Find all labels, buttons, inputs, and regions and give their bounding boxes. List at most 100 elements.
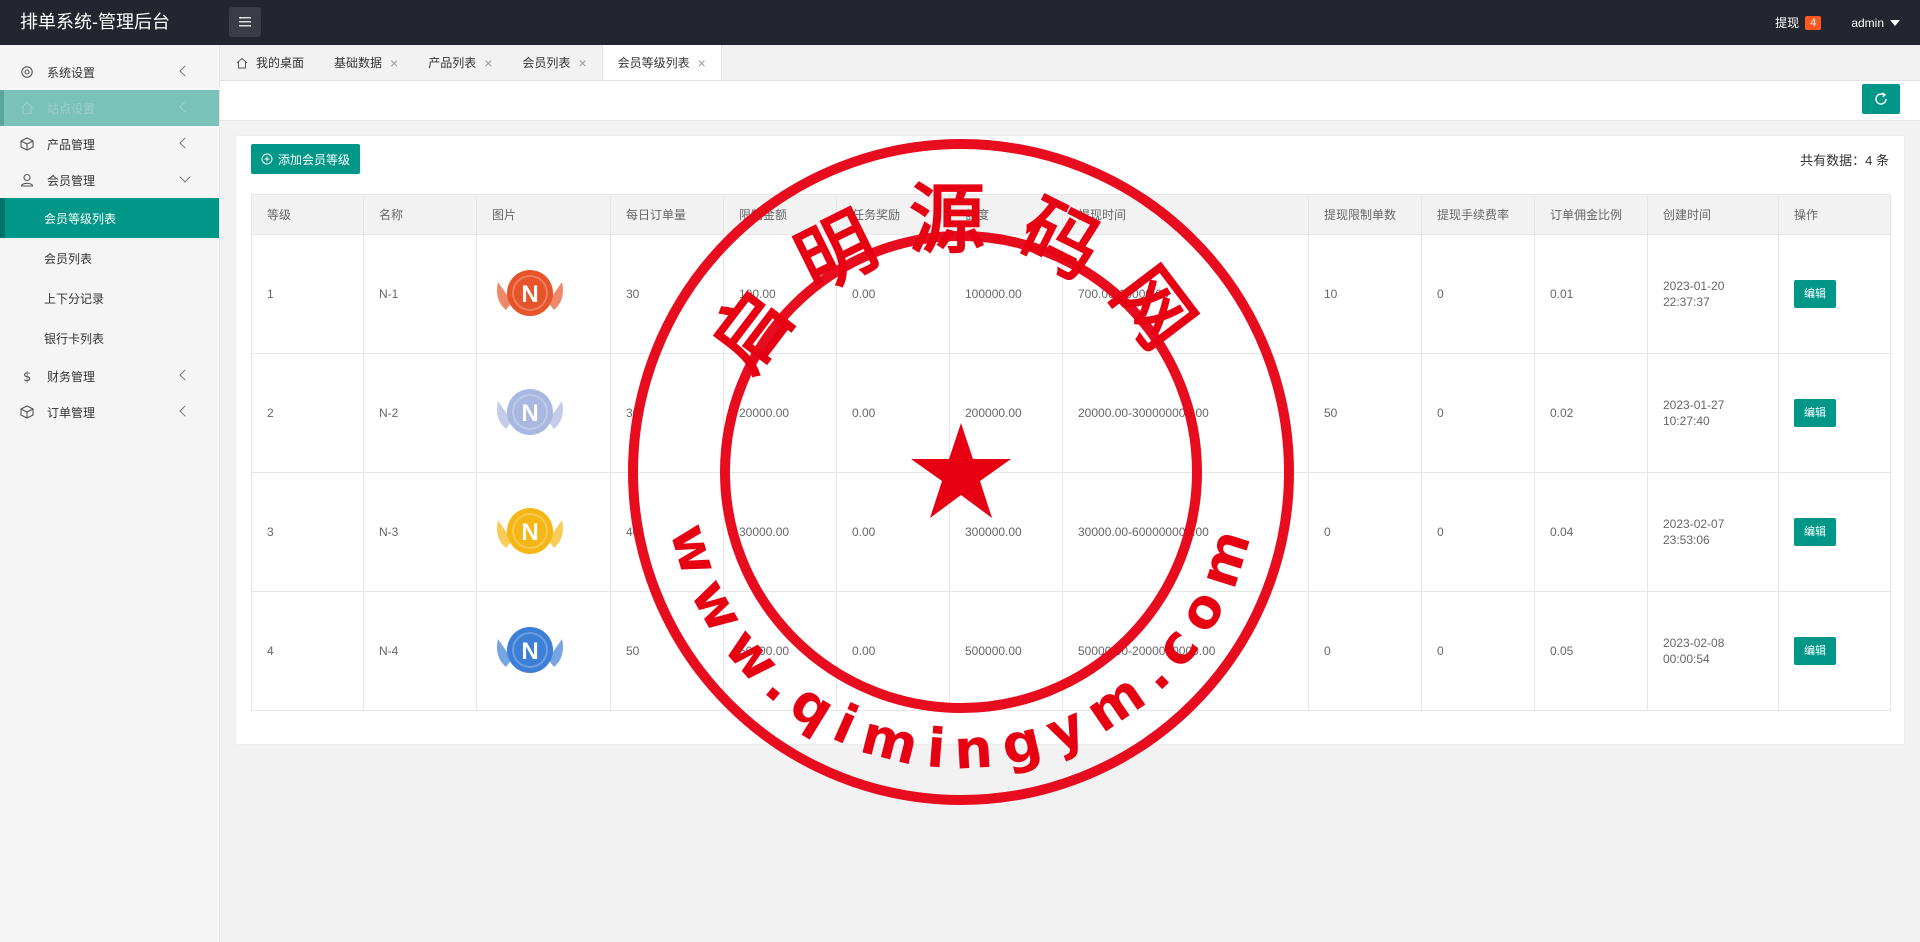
cell-quota: 300000.00 [949,472,1063,592]
boxes-icon [20,405,34,419]
chevron-left-icon [179,369,191,381]
column-header: 创建时间 [1647,194,1779,235]
cell-created-time: 2023-01-20 22:37:37 [1647,234,1779,354]
column-header: 每日订单量 [610,194,724,235]
cell-daily-orders: 30 [610,234,724,354]
edit-button[interactable]: 编辑 [1794,280,1836,308]
caret-down-icon [1890,19,1900,26]
sidebar-item-system-settings[interactable]: 系统设置 [0,54,219,90]
cell-commission: 0.01 [1534,234,1648,354]
chevron-down-icon [179,171,191,183]
top-header: 排单系统-管理后台 提现 4 admin [0,0,1920,45]
withdraw-count-badge: 4 [1805,15,1822,30]
sidebar-item-label: 站点设置 [47,101,96,116]
cell-daily-orders: 50 [610,591,724,711]
cell-actions: 编辑 [1778,472,1891,592]
column-header: 额度 [949,194,1063,235]
chevron-left-icon [179,405,191,417]
menu-toggle-button[interactable] [229,7,261,37]
cell-level: 2 [251,353,364,473]
edit-button[interactable]: 编辑 [1794,518,1836,546]
cell-name: N-3 [363,472,477,592]
sidebar-subitem-label: 上下分记录 [44,291,105,306]
tab-product-list[interactable]: 产品列表 × [413,45,507,80]
cell-withdraw-range: 700.00-10000.00 [1062,234,1309,354]
toolbar [220,81,1920,121]
level-badge-icon: N [497,507,563,554]
member-level-table: 等级 名称 图片 每日订单量 限制金额 任务奖励 额度 提现时间 提现限制单数 … [251,194,1891,711]
cell-fee-rate: 0 [1421,234,1535,354]
column-header: 提现时间 [1062,194,1309,235]
refresh-button[interactable] [1862,84,1900,114]
column-header: 操作 [1778,194,1891,235]
tab-bar: 我的桌面 基础数据 × 产品列表 × 会员列表 × 会员等级列表 × [220,45,1920,81]
cell-actions: 编辑 [1778,234,1891,354]
tab-member-levels[interactable]: 会员等级列表 × [601,45,722,80]
close-icon[interactable]: × [578,55,586,71]
sidebar-item-label: 会员管理 [47,173,96,188]
svg-text:N: N [521,638,538,665]
cell-image: N [476,234,611,354]
edit-button[interactable]: 编辑 [1794,637,1836,665]
cell-level: 4 [251,591,364,711]
gear-icon [20,65,34,79]
cell-limit-amount: 30000.00 [723,472,837,592]
table-row: 4 N-4 N 50 50000.00 0.00 500000.00 50000.00-200… [251,591,1891,711]
tab-label: 基础数据 [334,56,383,70]
column-header: 提现限制单数 [1308,194,1422,235]
close-icon[interactable]: × [698,55,706,71]
user-menu[interactable]: admin [1851,16,1900,30]
cell-name: N-2 [363,353,477,473]
content-card: 添加会员等级 共有数据：4 条 等级 名称 图片 每日订单量 限制金额 任务奖励… [235,135,1905,745]
level-badge-icon: N [497,626,563,673]
sidebar-subitem-balance-records[interactable]: 上下分记录 [0,278,219,318]
sidebar-subitem-member-list[interactable]: 会员列表 [0,238,219,278]
cell-reward: 0.00 [836,234,950,354]
close-icon[interactable]: × [484,55,492,71]
cell-created-time: 2023-02-07 23:53:06 [1647,472,1779,592]
sidebar-item-product-management[interactable]: 产品管理 [0,126,219,162]
cell-fee-rate: 0 [1421,353,1535,473]
username: admin [1851,15,1884,30]
chevron-left-icon [179,101,191,113]
cell-min-orders: 10 [1308,234,1422,354]
sidebar-subitem-label: 会员列表 [44,251,93,266]
sidebar: 系统设置 站点设置 产品管理 会员管理 会员等级列表 会员列表 上下分记录 银行… [0,45,220,942]
level-badge-icon: N [497,269,563,316]
cell-quota: 500000.00 [949,591,1063,711]
sidebar-item-finance[interactable]: $ 财务管理 [0,358,219,394]
withdraw-link[interactable]: 提现 4 [1775,14,1822,31]
dollar-icon: $ [20,369,34,385]
column-header: 限制金额 [723,194,837,235]
menu-icon [239,17,251,27]
sidebar-subitem-label: 会员等级列表 [44,211,117,226]
tab-member-list[interactable]: 会员列表 × [507,45,601,80]
refresh-icon [1875,92,1887,105]
tab-label: 会员列表 [522,56,571,70]
column-header: 订单佣金比例 [1534,194,1648,235]
cell-min-orders: 0 [1308,591,1422,711]
tab-my-desktop[interactable]: 我的桌面 [221,45,319,80]
sidebar-subitem-bank-cards[interactable]: 银行卡列表 [0,318,219,358]
sidebar-item-orders[interactable]: 订单管理 [0,394,219,430]
level-badge-icon: N [497,388,563,435]
cell-withdraw-range: 30000.00-600000000.00 [1062,472,1309,592]
svg-text:N: N [521,281,538,308]
edit-button[interactable]: 编辑 [1794,399,1836,427]
cell-created-time: 2023-02-08 00:00:54 [1647,591,1779,711]
svg-text:$: $ [23,370,31,383]
cell-commission: 0.02 [1534,353,1648,473]
sidebar-item-site-settings[interactable]: 站点设置 [0,90,219,126]
cell-limit-amount: 100.00 [723,234,837,354]
sidebar-subitem-label: 银行卡列表 [44,331,105,346]
cell-reward: 0.00 [836,591,950,711]
sidebar-subitem-member-levels[interactable]: 会员等级列表 [0,198,219,238]
sidebar-item-label: 系统设置 [47,65,96,80]
add-member-level-button[interactable]: 添加会员等级 [251,144,361,174]
cell-commission: 0.04 [1534,472,1648,592]
close-icon[interactable]: × [390,55,398,71]
user-icon [20,173,34,187]
tab-basic-data[interactable]: 基础数据 × [319,45,413,80]
sidebar-item-member-management[interactable]: 会员管理 [0,162,219,198]
cell-withdraw-range: 20000.00-300000000.00 [1062,353,1309,473]
